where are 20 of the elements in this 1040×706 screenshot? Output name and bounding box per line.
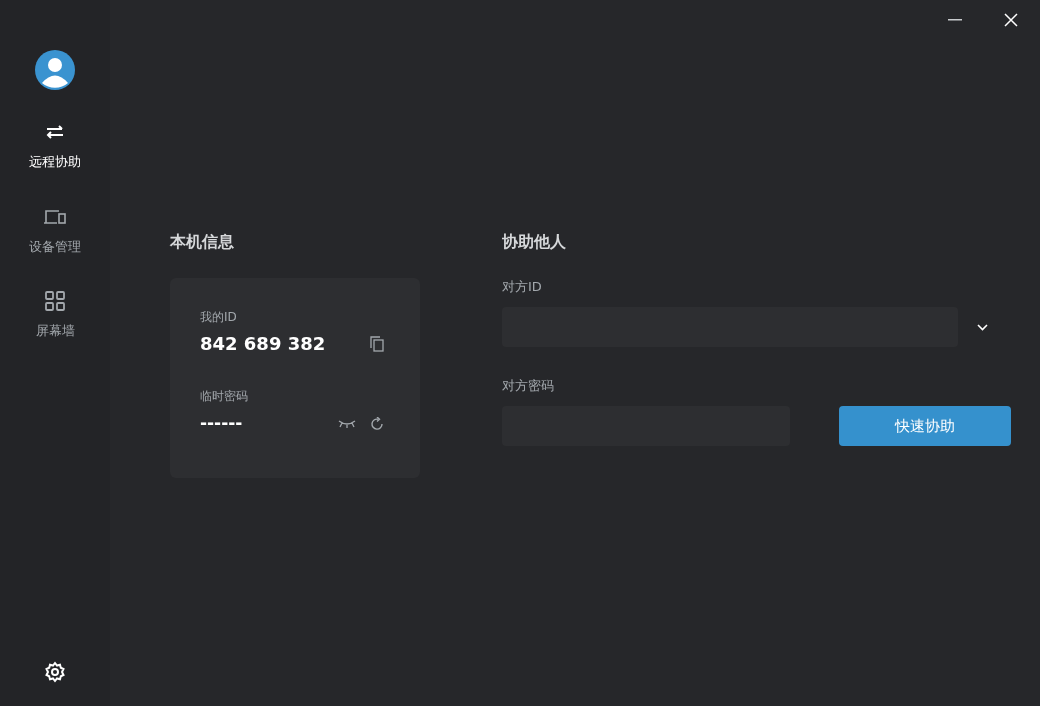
closed-eye-icon[interactable]	[338, 418, 356, 429]
password-label: 临时密码	[200, 388, 249, 405]
nav-item[interactable]: 屏幕墙	[0, 289, 110, 341]
id-label: 我的ID	[200, 309, 238, 326]
password-value: ------	[200, 412, 244, 435]
grid-icon	[43, 289, 67, 313]
chevron-down-icon[interactable]	[977, 323, 988, 331]
minimize-icon[interactable]	[948, 19, 962, 21]
close-icon[interactable]	[1004, 13, 1018, 27]
peer-password-label: 对方密码	[502, 377, 555, 395]
peer-id-label: 对方ID	[502, 278, 543, 296]
nav-item[interactable]: 远程协助	[0, 120, 110, 172]
nav-item[interactable]: 设备管理	[0, 204, 110, 256]
section-title: 本机信息	[170, 231, 235, 253]
settings-icon[interactable]	[43, 660, 67, 684]
section-title: 协助他人	[502, 231, 567, 253]
avatar-icon[interactable]	[35, 50, 75, 90]
id-value: 842 689 382	[200, 332, 326, 356]
refresh-icon[interactable]	[370, 416, 384, 431]
copy-icon[interactable]	[370, 335, 384, 352]
